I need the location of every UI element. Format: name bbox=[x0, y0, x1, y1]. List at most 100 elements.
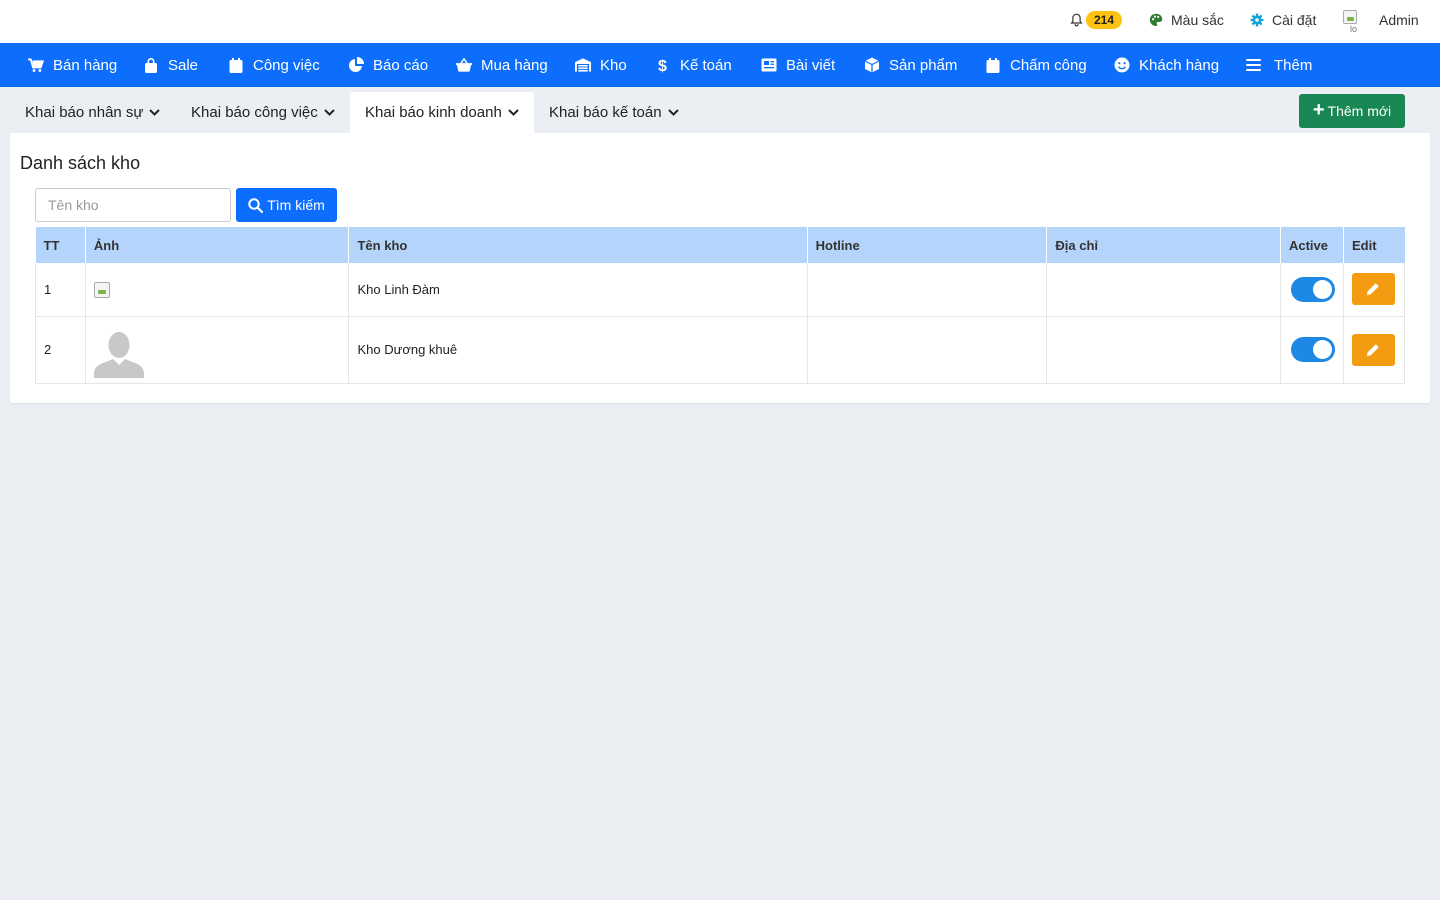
column-header-active: Active bbox=[1280, 227, 1344, 263]
cell-active bbox=[1280, 316, 1344, 384]
nav-label: Khách hàng bbox=[1139, 56, 1220, 74]
nav-label: Bài viết bbox=[786, 56, 836, 74]
nav-label: Sản phẩm bbox=[889, 56, 958, 74]
nav-item-sale[interactable]: Sale bbox=[143, 43, 198, 87]
search-icon bbox=[248, 197, 264, 213]
nav-label: Công việc bbox=[253, 56, 320, 74]
tab-label: Khai báo nhân sự bbox=[25, 104, 144, 121]
nav-item-cham-cong[interactable]: Chấm công bbox=[985, 43, 1087, 87]
warehouse-table: TT Ảnh Tên kho Hotline Địa chỉ Active Ed… bbox=[35, 227, 1406, 384]
user-menu[interactable]: lo Admin bbox=[1343, 0, 1419, 40]
nav-label: Bán hàng bbox=[53, 56, 118, 74]
add-new-label: Thêm mới bbox=[1327, 103, 1392, 119]
column-header-name: Tên kho bbox=[348, 227, 808, 263]
user-avatar: lo bbox=[1343, 8, 1363, 32]
chevron-down-icon bbox=[667, 109, 679, 116]
gear-icon bbox=[1250, 13, 1264, 27]
search-button[interactable]: Tìm kiếm bbox=[236, 188, 337, 222]
cell-address bbox=[1046, 263, 1281, 317]
menu-icon bbox=[1245, 57, 1261, 73]
color-label: Màu sắc bbox=[1171, 12, 1224, 28]
column-header-edit: Edit bbox=[1343, 227, 1405, 263]
column-header-image: Ảnh bbox=[85, 227, 350, 263]
warehouse-panel: Danh sách kho Tìm kiếm TT Ảnh Tên kho Ho… bbox=[10, 133, 1430, 403]
edit-button[interactable] bbox=[1351, 333, 1395, 366]
nav-item-khach-hang[interactable]: Khách hàng bbox=[1114, 43, 1219, 87]
pencil-icon bbox=[1367, 343, 1380, 356]
nav-item-them[interactable]: Thêm bbox=[1245, 43, 1312, 87]
top-bar: 214 Màu sắc Cài đặt lo Admin bbox=[0, 0, 1440, 43]
chevron-down-icon bbox=[508, 109, 519, 116]
cell-tt: 2 bbox=[35, 316, 86, 384]
nav-label: Kho bbox=[600, 56, 627, 74]
warehouse-icon bbox=[575, 57, 591, 73]
warehouse-image bbox=[93, 282, 110, 299]
box-icon bbox=[864, 57, 880, 73]
nav-label: Sale bbox=[168, 56, 199, 74]
tab-label: Khai báo công việc bbox=[191, 104, 318, 121]
column-header-tt: TT bbox=[35, 227, 86, 263]
calendar-icon bbox=[228, 57, 244, 73]
nav-item-bao-cao[interactable]: Báo cáo bbox=[348, 43, 428, 87]
column-header-address: Địa chỉ bbox=[1046, 227, 1281, 263]
cell-tt: 1 bbox=[35, 263, 86, 317]
color-menu[interactable]: Màu sắc bbox=[1149, 0, 1224, 40]
chevron-down-icon bbox=[324, 109, 335, 116]
table-header-row: TT Ảnh Tên kho Hotline Địa chỉ Active Ed… bbox=[35, 227, 1405, 263]
column-header-hotline: Hotline bbox=[807, 227, 1048, 263]
notifications[interactable]: 214 bbox=[1070, 0, 1123, 40]
active-toggle[interactable] bbox=[1290, 276, 1335, 302]
edit-button[interactable] bbox=[1351, 273, 1395, 306]
nav-item-bai-viet[interactable]: Bài viết bbox=[761, 43, 835, 87]
cart-icon bbox=[28, 57, 44, 73]
tab-khai-bao-ke-toan[interactable]: Khai báo kế toán bbox=[534, 92, 694, 133]
nav-item-kho[interactable]: Kho bbox=[575, 43, 627, 87]
cell-name: Kho Linh Đàm bbox=[348, 263, 808, 317]
settings-menu[interactable]: Cài đặt bbox=[1250, 0, 1316, 40]
avatar-placeholder-icon bbox=[93, 332, 144, 378]
pencil-icon bbox=[1367, 283, 1380, 296]
nav-item-cong-viec[interactable]: Công việc bbox=[228, 43, 320, 87]
nav-label: Mua hàng bbox=[481, 56, 548, 74]
tab-khai-bao-cong-viec[interactable]: Khai báo công việc bbox=[176, 92, 350, 133]
tab-khai-bao-kinh-doanh[interactable]: Khai báo kinh doanh bbox=[350, 92, 534, 133]
user-name: Admin bbox=[1379, 12, 1419, 28]
cell-active bbox=[1280, 263, 1344, 317]
newspaper-icon bbox=[761, 57, 777, 73]
table-row: 1 Kho Linh Đàm bbox=[35, 263, 1406, 317]
plus-icon: + bbox=[1312, 99, 1325, 121]
settings-label: Cài đặt bbox=[1272, 12, 1317, 28]
cell-image bbox=[85, 316, 350, 384]
table-row: 2 Kho Dương khuê bbox=[35, 316, 1406, 384]
basket-icon bbox=[456, 57, 472, 73]
bell-icon bbox=[1070, 13, 1083, 27]
tab-label: Khai báo kế toán bbox=[549, 104, 662, 121]
search-input[interactable] bbox=[35, 188, 231, 222]
active-toggle[interactable] bbox=[1290, 337, 1335, 362]
nav-label: Báo cáo bbox=[373, 56, 429, 74]
palette-icon bbox=[1149, 13, 1163, 27]
svg-text:$: $ bbox=[658, 58, 667, 73]
cell-hotline bbox=[807, 263, 1048, 317]
nav-label: Kế toán bbox=[680, 56, 732, 74]
page-title: Danh sách kho bbox=[20, 153, 141, 173]
tab-khai-bao-nhan-su[interactable]: Khai báo nhân sự bbox=[10, 92, 175, 133]
cell-edit bbox=[1343, 316, 1406, 384]
smile-icon bbox=[1114, 57, 1130, 73]
notification-count-badge: 214 bbox=[1086, 11, 1123, 29]
nav-label: Chấm công bbox=[1010, 56, 1087, 74]
shopping-bag-icon bbox=[143, 57, 159, 73]
tab-label: Khai báo kinh doanh bbox=[365, 104, 502, 121]
nav-item-ke-toan[interactable]: $ Kế toán bbox=[655, 43, 732, 87]
nav-item-ban-hang[interactable]: Bán hàng bbox=[28, 43, 117, 87]
nav-item-san-pham[interactable]: Sản phẩm bbox=[864, 43, 957, 87]
nav-label: Thêm bbox=[1274, 56, 1313, 74]
cell-address bbox=[1046, 316, 1281, 384]
main-nav: Bán hàng Sale Công việc Báo cáo Mua hàng… bbox=[0, 43, 1440, 87]
cell-image bbox=[85, 263, 350, 317]
nav-item-mua-hang[interactable]: Mua hàng bbox=[456, 43, 548, 87]
cell-hotline bbox=[807, 316, 1048, 384]
cell-edit bbox=[1343, 263, 1406, 317]
dollar-icon: $ bbox=[655, 57, 671, 73]
add-new-button[interactable]: + Thêm mới bbox=[1299, 94, 1405, 128]
